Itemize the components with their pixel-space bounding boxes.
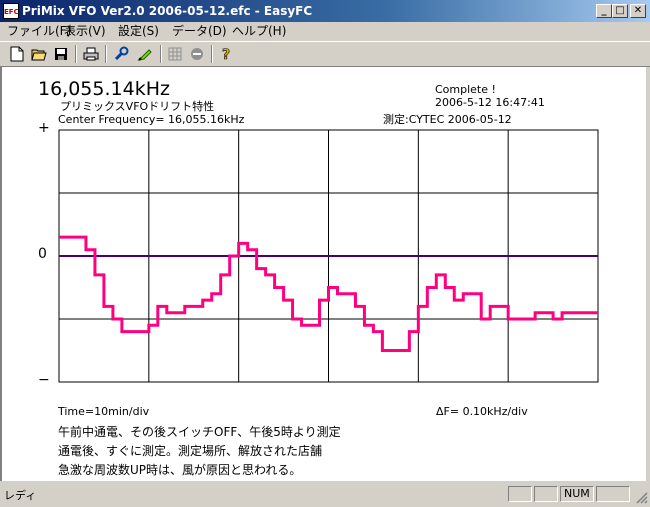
wrench-icon[interactable] [112, 45, 130, 63]
menu-file[interactable]: ファイル(F) [7, 24, 71, 39]
menu-settings[interactable]: 設定(S) [118, 24, 159, 39]
note-line-1: 午前中通電、その後スイッチOFF、午後5時より測定 [58, 425, 341, 439]
note-line-3: 急激な周波数UP時は、風が原因と思われる。 [58, 463, 302, 477]
drift-chart [58, 129, 599, 383]
close-button[interactable]: ✕ [630, 4, 646, 18]
status-bar: レディ NUM [0, 484, 650, 504]
note-line-2: 通電後、すぐに測定。測定場所、解放された店舗 [58, 444, 323, 458]
print-icon[interactable] [82, 45, 100, 63]
status-panel-num: NUM [560, 486, 594, 502]
title-bar: EFC PriMix VFO Ver2.0 2006-05-12.efc - E… [0, 0, 650, 22]
resize-grip-icon[interactable] [634, 490, 648, 504]
time-scale: Time=10min/div [58, 405, 150, 418]
menu-view[interactable]: 表示(V) [64, 24, 106, 39]
menu-data[interactable]: データ(D) [172, 24, 227, 39]
status-text-ready: レディ [4, 489, 37, 502]
new-file-icon[interactable] [8, 45, 26, 63]
save-icon[interactable] [52, 45, 70, 63]
stop-icon[interactable] [188, 45, 206, 63]
menu-help[interactable]: ヘルプ(H) [232, 24, 286, 39]
toolbar-separator [160, 45, 162, 63]
maximize-button[interactable]: □ [612, 4, 628, 18]
status-panel-caps [508, 486, 532, 502]
minimize-button[interactable]: _ [596, 4, 612, 18]
grid-icon[interactable] [166, 45, 184, 63]
window-title: PriMix VFO Ver2.0 2006-05-12.efc - EasyF… [22, 4, 313, 18]
status-panel-scroll [596, 486, 630, 502]
toolbar-separator [105, 45, 107, 63]
chart-view: 16,055.14kHz プリミックスVFOドリフト特性 Center Freq… [0, 67, 646, 481]
help-icon[interactable]: ? [218, 45, 236, 63]
app-icon: EFC [3, 3, 19, 19]
toolbar-separator [75, 45, 77, 63]
open-folder-icon[interactable] [30, 45, 48, 63]
toolbar: ? [0, 41, 650, 67]
frequency-scale: ΔF= 0.10kHz/div [436, 405, 528, 418]
status-panel-empty [534, 486, 558, 502]
svg-text:?: ? [222, 47, 230, 62]
menu-bar: ファイル(F) 表示(V) 設定(S) データ(D) ヘルプ(H) [0, 22, 650, 41]
toolbar-separator [211, 45, 213, 63]
marker-icon[interactable] [136, 45, 154, 63]
